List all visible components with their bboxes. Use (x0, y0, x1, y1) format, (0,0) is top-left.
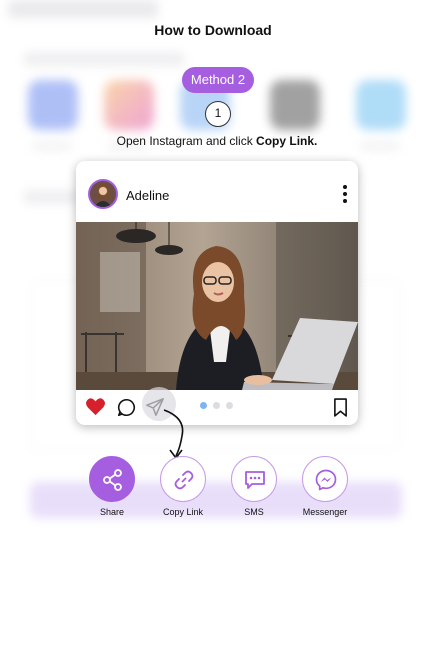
instruction-highlight: Copy Link. (256, 134, 318, 148)
sms-icon (245, 471, 265, 489)
background-twitter-tile (356, 80, 406, 130)
method-badge: Method 2 (182, 67, 254, 93)
background-header (8, 0, 158, 18)
share-icon (103, 469, 122, 491)
share-option-copy-link[interactable]: Copy Link (146, 456, 220, 522)
dialog-title: How to Download (154, 22, 272, 38)
instruction-text: Open Instagram and click (116, 134, 257, 148)
share-option-label: Share (99, 507, 125, 517)
share-circle[interactable] (160, 456, 206, 502)
carousel-dots (200, 402, 236, 410)
link-icon (174, 470, 194, 490)
share-circle[interactable] (89, 456, 135, 502)
carousel-dot (226, 402, 233, 409)
post-photo (76, 222, 358, 390)
heart-icon[interactable] (85, 397, 106, 416)
share-option-messenger[interactable]: Messenger (288, 456, 362, 522)
comment-icon[interactable] (117, 398, 136, 417)
share-option-share[interactable]: Share (75, 456, 149, 522)
share-circle[interactable] (231, 456, 277, 502)
step-number: 1 (205, 101, 231, 127)
avatar (88, 179, 118, 209)
pointer-arrow-icon (163, 409, 184, 459)
background-section-heading (24, 190, 84, 204)
share-option-sms[interactable]: SMS (217, 456, 291, 522)
step-instruction: Open Instagram and click Copy Link. (0, 134, 426, 148)
background-instagram-tile (104, 80, 154, 130)
carousel-dot (213, 402, 220, 409)
share-option-label: Copy Link (162, 507, 204, 517)
post-username: Adeline (126, 188, 170, 203)
more-options-icon[interactable] (342, 184, 348, 204)
share-option-label: Messenger (302, 507, 348, 517)
background-facebook-tile (28, 80, 78, 130)
messenger-icon (315, 469, 337, 491)
instagram-post-card: Adeline (76, 161, 358, 425)
share-options: Share Copy Link SMS Messenger (0, 456, 426, 526)
post-header: Adeline (76, 161, 358, 222)
background-tiktok-tile (270, 80, 320, 130)
share-circle[interactable] (302, 456, 348, 502)
post-actions-bar (76, 390, 358, 425)
carousel-dot (200, 402, 207, 409)
share-option-label: SMS (244, 507, 264, 517)
background-heading (24, 52, 184, 66)
bookmark-icon[interactable] (333, 398, 348, 417)
